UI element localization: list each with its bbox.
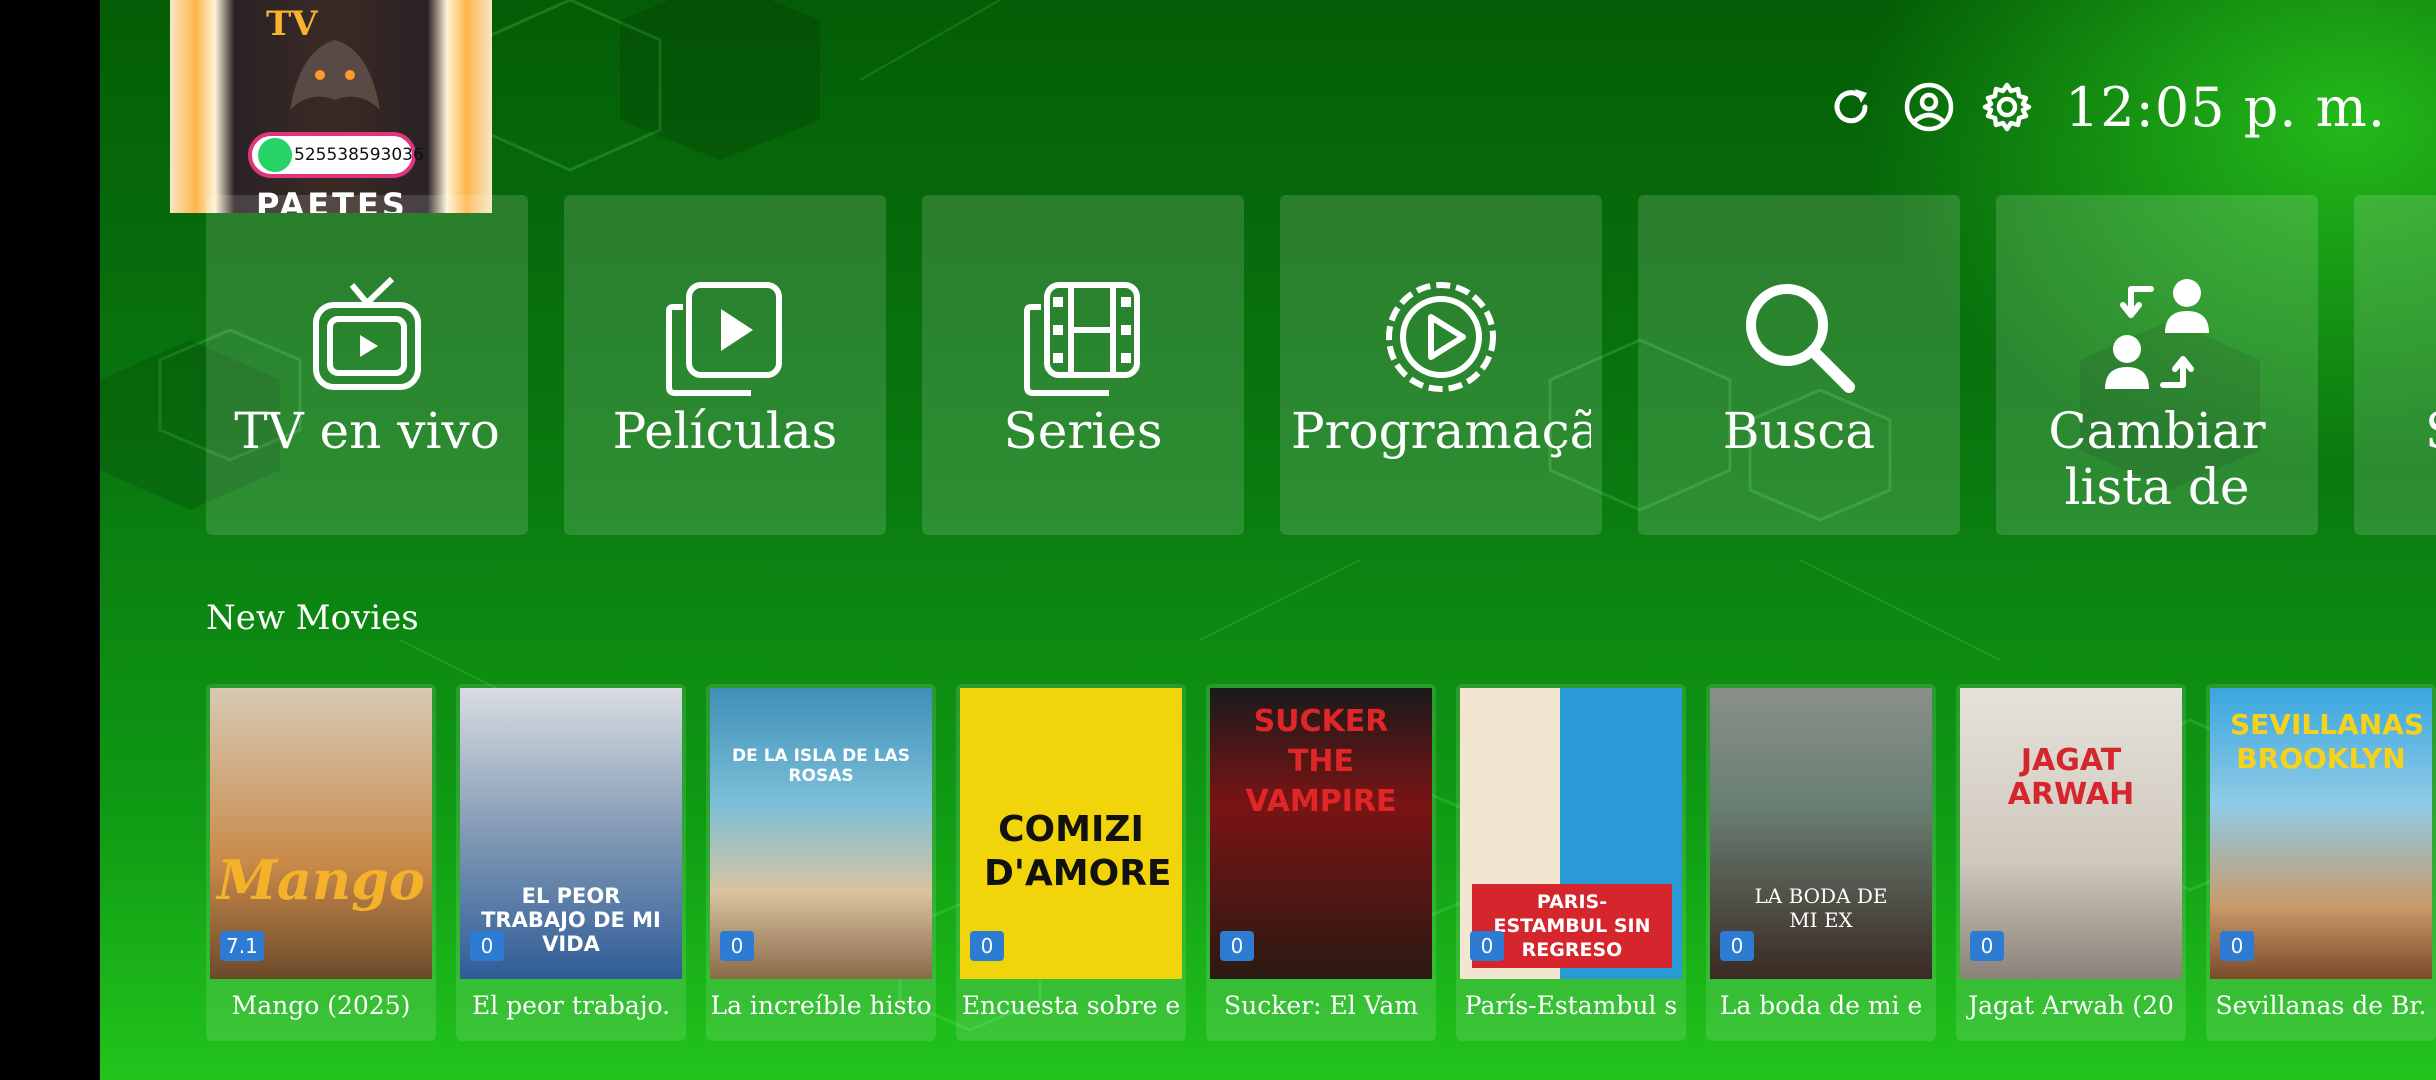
menu-tile-series[interactable]: Series	[922, 195, 1244, 535]
play-circle-icon	[1381, 277, 1501, 397]
switch-user-icon	[2097, 277, 2217, 397]
movie-card[interactable]: Mango 7.1 Mango (2025)	[206, 684, 436, 1041]
settings-gear-icon[interactable]	[1981, 81, 2033, 133]
rating-badge: 0	[720, 931, 754, 961]
menu-tile-label: S	[2365, 403, 2436, 459]
menu-tile-label: Cambiar lista de repr	[2048, 403, 2266, 515]
movie-card[interactable]: COMIZI D'AMORE 0 Encuesta sobre e	[956, 684, 1186, 1041]
dragon-head-icon	[290, 40, 380, 110]
rating-badge: 0	[970, 931, 1004, 961]
menu-tile-live-tv[interactable]: TV en vivo	[206, 195, 528, 535]
menu-tile-search[interactable]: Busca	[1638, 195, 1960, 535]
movie-poster: SUCKER THE VAMPIRE 0	[1210, 688, 1432, 979]
search-icon	[1739, 277, 1859, 397]
movie-title: El peor trabajo.	[471, 991, 671, 1020]
menu-tile-label: Películas	[612, 403, 838, 459]
menu-tile-movies[interactable]: Películas	[564, 195, 886, 535]
movie-title: Mango (2025)	[231, 991, 411, 1020]
movie-card[interactable]: SEVILLANAS BROOKLYN 0 Sevillanas de Br.	[2206, 684, 2436, 1041]
movie-title: Sevillanas de Br.	[2215, 991, 2427, 1020]
movie-title: Sucker: El Vam	[1223, 991, 1419, 1020]
rating-badge: 0	[1970, 931, 2004, 961]
series-icon	[1023, 277, 1143, 397]
movie-card[interactable]: PARIS-ESTAMBUL SIN REGRESO 0 París-Estam…	[1456, 684, 1686, 1041]
movie-title: Encuesta sobre e	[961, 991, 1181, 1020]
rating-badge: 0	[1220, 931, 1254, 961]
movie-poster: SEVILLANAS BROOKLYN 0	[2210, 688, 2432, 979]
menu-tile-label: TV en vivo	[234, 403, 500, 459]
movie-poster: COMIZI D'AMORE 0	[960, 688, 1182, 979]
rating-badge: 0	[1470, 931, 1504, 961]
movie-poster: JAGAT ARWAH 0	[1960, 688, 2182, 979]
movie-title: Jagat Arwah (20	[1968, 991, 2174, 1020]
menu-tile-label: Series	[1003, 403, 1163, 459]
whatsapp-phone-number: 525538593036	[294, 145, 424, 165]
movie-poster: DE LA ISLA DE LAS ROSAS 0	[710, 688, 932, 979]
rating-badge: 0	[470, 931, 504, 961]
top-bar: 12:05 p. m.	[1825, 72, 2386, 142]
poster-title-text: Mango	[217, 848, 425, 912]
rating-badge: 0	[2220, 931, 2254, 961]
movie-card[interactable]: LA BODA DE MI EX 0 La boda de mi e	[1706, 684, 1936, 1041]
movie-title: París-Estambul s	[1464, 991, 1678, 1020]
poster-title-text: SUCKER THE VAMPIRE	[1245, 704, 1397, 819]
movie-card[interactable]: DE LA ISLA DE LAS ROSAS 0 La increíble h…	[706, 684, 936, 1041]
clock: 12:05 p. m.	[2064, 75, 2386, 139]
refresh-icon[interactable]	[1825, 81, 1877, 133]
menu-tile-label: Busca	[1722, 403, 1876, 459]
menu-tile-switch-playlist[interactable]: Cambiar lista de repr	[1996, 195, 2318, 535]
movie-poster: PARIS-ESTAMBUL SIN REGRESO 0	[1460, 688, 1682, 979]
rating-badge: 0	[1720, 931, 1754, 961]
poster-title-text: COMIZI D'AMORE	[984, 809, 1172, 894]
poster-title-text: SEVILLANAS BROOKLYN	[2230, 708, 2425, 775]
whatsapp-icon	[258, 138, 292, 172]
menu-tile-settings-partial[interactable]: S	[2354, 195, 2436, 535]
movie-poster: LA BODA DE MI EX 0	[1710, 688, 1932, 979]
movie-card[interactable]: EL PEOR TRABAJO DE MI VIDA 0 El peor tra…	[456, 684, 686, 1041]
movie-poster: EL PEOR TRABAJO DE MI VIDA 0	[460, 688, 682, 979]
rating-badge: 7.1	[220, 931, 264, 961]
movie-title: La boda de mi e	[1719, 991, 1923, 1020]
home-screen: TV 525538593036 PAETES 12:05 p. m. TV en…	[100, 0, 2436, 1080]
movie-poster: Mango 7.1	[210, 688, 432, 979]
movie-card[interactable]: SUCKER THE VAMPIRE 0 Sucker: El Vam	[1206, 684, 1436, 1041]
whatsapp-phone-badge: 525538593036	[248, 132, 424, 178]
movies-icon	[665, 277, 785, 397]
movie-card[interactable]: JAGAT ARWAH 0 Jagat Arwah (20	[1956, 684, 2186, 1041]
poster-title-text: LA BODA DE MI EX	[1754, 884, 1888, 932]
live-tv-icon	[307, 277, 427, 397]
new-movies-title: New Movies	[206, 598, 419, 638]
menu-tile-programacao[interactable]: Programação	[1280, 195, 1602, 535]
profile-icon[interactable]	[1903, 81, 1955, 133]
provider-logo: TV 525538593036 PAETES	[170, 0, 492, 213]
menu-tile-label: Programação	[1291, 403, 1591, 459]
movie-title: La increíble histo	[710, 991, 932, 1020]
poster-title-text: JAGAT ARWAH	[2007, 743, 2135, 812]
poster-title-text: DE LA ISLA DE LAS ROSAS	[732, 746, 910, 786]
